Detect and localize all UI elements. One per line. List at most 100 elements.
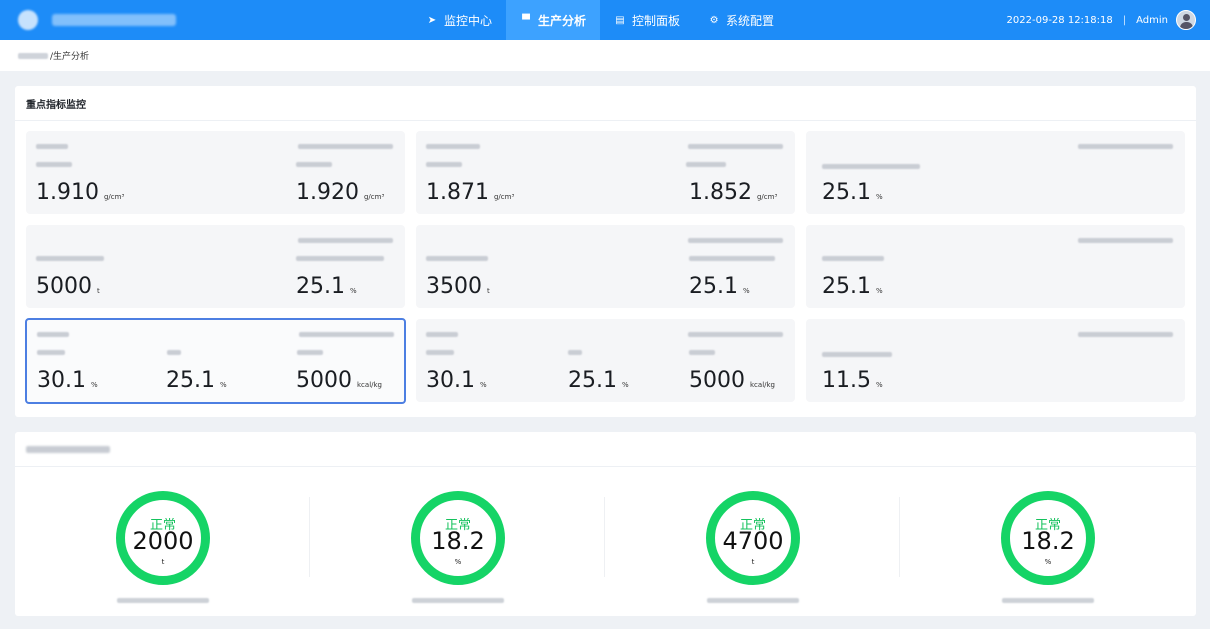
metric-value: 1.852 g/cm³: [689, 180, 778, 205]
nav-system-config[interactable]: ⚙ 系统配置: [694, 0, 788, 40]
top-bar: ➤ 监控中心 ▀ 生产分析 ▤ 控制面板 ⚙ 系统配置 2022-09-28 1…: [0, 0, 1210, 40]
metric-label: [426, 256, 488, 261]
metric-label: [689, 350, 715, 355]
gauge-row: 正常 2000 t 正常 18.2 % 正常 4700 t 正常 18.2 %: [15, 467, 1196, 616]
metric-label: [822, 164, 920, 169]
nav-label: 系统配置: [726, 13, 775, 28]
metric-label: [689, 256, 775, 261]
metric-value: 25.1%: [568, 368, 629, 393]
key-metrics-panel: 重点指标监控 1.910 g/cm³ 1.920 g/cm³ 1.871 g/cm³ …: [15, 86, 1196, 417]
metric-time: [688, 332, 783, 337]
gauge-column: 正常 4700 t: [605, 467, 900, 616]
gauge-column: 正常 18.2 %: [310, 467, 605, 616]
metric-value: 1.920 g/cm³: [296, 180, 385, 205]
production-status-panel: 正常 2000 t 正常 18.2 % 正常 4700 t 正常 18.2 %: [15, 432, 1196, 616]
gear-icon: ⚙: [709, 14, 719, 26]
metric-label: [36, 256, 104, 261]
status-gauge[interactable]: 正常 18.2 %: [1001, 491, 1095, 585]
metric-value: 1.910 g/cm³: [36, 180, 125, 205]
metric-label: [296, 162, 332, 167]
app-logo-icon[interactable]: [18, 10, 38, 30]
datetime: 2022-09-28 12:18:18: [1006, 14, 1113, 26]
metric-label: [426, 162, 462, 167]
gauge-caption: [1002, 598, 1094, 603]
avatar[interactable]: [1176, 10, 1196, 30]
metric-time: [298, 144, 393, 149]
divider: |: [1122, 14, 1127, 26]
status-gauge[interactable]: 正常 18.2 %: [411, 491, 505, 585]
metric-time: [688, 238, 783, 243]
metric-value: 1.871 g/cm³: [426, 180, 515, 205]
metric-card[interactable]: 1.871 g/cm³ 1.852 g/cm³: [416, 131, 795, 214]
breadcrumb-parent[interactable]: [18, 52, 48, 59]
gauge-value: 2000: [132, 527, 194, 555]
metric-title: [426, 332, 458, 337]
metric-card[interactable]: 30.1% 25.1% 5000 kcal/kg: [416, 319, 795, 402]
metric-label: [296, 256, 384, 261]
metric-title: [37, 332, 69, 337]
gauge-unit: t: [161, 558, 165, 566]
metric-time: [1078, 144, 1173, 149]
metric-time: [688, 144, 783, 149]
metric-title: [426, 144, 480, 149]
metric-label: [37, 350, 65, 355]
gauge-value: 18.2: [431, 527, 485, 555]
chat-icon: ▀: [522, 14, 530, 26]
metric-label: [297, 350, 323, 355]
metric-label: [36, 162, 72, 167]
metric-title: [36, 144, 68, 149]
metric-card[interactable]: 3500 t 25.1%: [416, 225, 795, 308]
metric-value: 3500 t: [426, 274, 490, 299]
metric-time: [1078, 238, 1173, 243]
gauge-unit: %: [1044, 558, 1052, 566]
panel-title: [15, 432, 1196, 467]
metric-card[interactable]: 11.5%: [806, 319, 1185, 402]
nav-production-analysis[interactable]: ▀ 生产分析: [506, 0, 601, 40]
app-name-placeholder: [52, 14, 176, 26]
nav-monitor-center[interactable]: ➤ 监控中心: [412, 0, 506, 40]
breadcrumb-current: /生产分析: [50, 52, 90, 62]
username[interactable]: Admin: [1136, 15, 1168, 26]
metric-time: [299, 332, 394, 337]
metric-card[interactable]: 1.910 g/cm³ 1.920 g/cm³: [26, 131, 405, 214]
metric-value: 25.1%: [166, 368, 227, 393]
table-icon: ▤: [615, 14, 625, 26]
metric-label: [686, 162, 726, 167]
metric-time: [1078, 332, 1173, 337]
metric-card-selected[interactable]: 30.1% 25.1% 5000 kcal/kg: [25, 318, 406, 404]
main-nav: ➤ 监控中心 ▀ 生产分析 ▤ 控制面板 ⚙ 系统配置: [412, 0, 788, 40]
metric-label: [568, 350, 582, 355]
metric-value: 25.1%: [689, 274, 750, 299]
metric-value: 30.1%: [37, 368, 98, 393]
gauge-unit: %: [454, 558, 462, 566]
status-gauge[interactable]: 正常 2000 t: [116, 491, 210, 585]
metric-card[interactable]: 25.1%: [806, 131, 1185, 214]
nav-label: 控制面板: [632, 13, 681, 28]
status-gauge[interactable]: 正常 4700 t: [706, 491, 800, 585]
panel-title-placeholder: [26, 445, 110, 453]
metric-value: 25.1%: [822, 274, 883, 299]
metric-label: [167, 350, 181, 355]
metric-value: 5000 kcal/kg: [689, 368, 775, 393]
metric-label: [822, 256, 884, 261]
metric-value: 11.5%: [822, 368, 883, 393]
metric-card[interactable]: 25.1%: [806, 225, 1185, 308]
user-area: 2022-09-28 12:18:18 | Admin: [1007, 0, 1196, 40]
gauge-caption: [117, 598, 209, 603]
metric-value: 5000 kcal/kg: [296, 368, 382, 393]
gauge-caption: [412, 598, 504, 603]
metric-value: 5000 t: [36, 274, 100, 299]
metric-time: [298, 238, 393, 243]
nav-control-panel[interactable]: ▤ 控制面板: [600, 0, 694, 40]
metric-card[interactable]: 5000 t 25.1%: [26, 225, 405, 308]
gauge-caption: [707, 598, 799, 603]
metric-value: 25.1%: [822, 180, 883, 205]
nav-label: 监控中心: [444, 13, 493, 28]
gauge-value: 18.2: [1021, 527, 1075, 555]
gauge-unit: t: [751, 558, 755, 566]
metric-label: [426, 350, 454, 355]
gauge-column: 正常 2000 t: [15, 467, 310, 616]
gauge-value: 4700: [722, 527, 784, 555]
breadcrumb: /生产分析: [0, 40, 1210, 71]
metric-value: 25.1%: [296, 274, 357, 299]
